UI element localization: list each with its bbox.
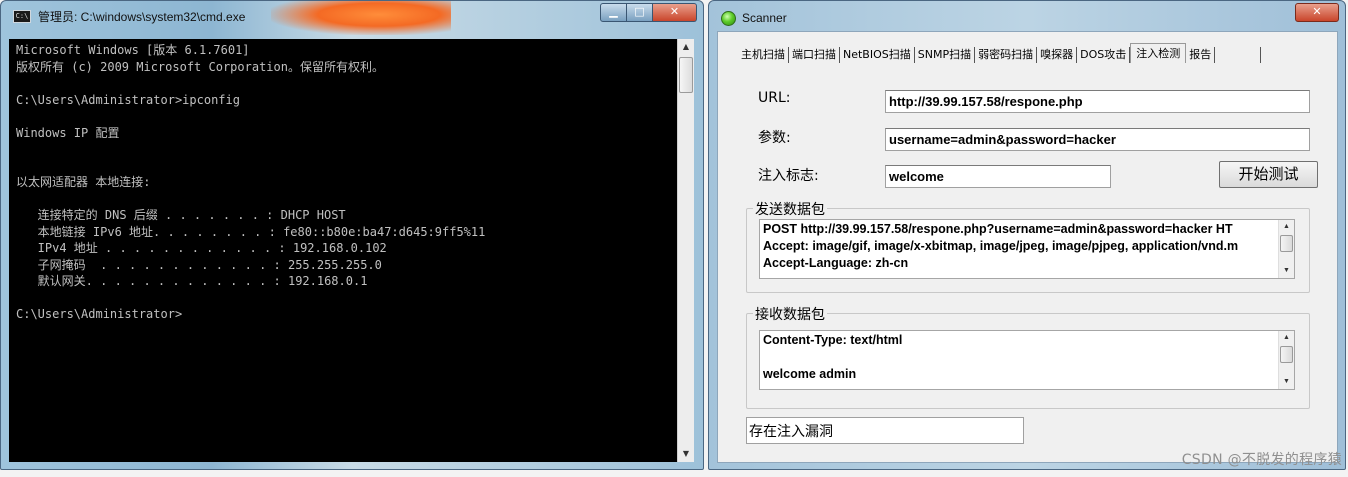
scanner-window: Scanner ✕ 主机扫描 端口扫描 NetBIOS扫描 SNMP扫描 弱密码扫描 嗅探… [708,0,1346,470]
flag-label: 注入标志: [758,168,819,184]
console-line: Windows IP 配置 [16,125,120,140]
tab-7[interactable]: 注入检测 [1130,43,1187,63]
url-field[interactable]: http://39.99.157.58/respone.php [885,90,1310,113]
recv-scrollbar[interactable]: ▲ ▼ [1278,331,1294,389]
console-line: 本地链接 IPv6 地址. . . . . . . . : fe80::b80e… [16,224,486,239]
send-lines: POST http://39.99.157.58/respone.php?use… [763,221,1291,272]
close-button[interactable]: ✕ [653,3,697,22]
flag-field[interactable]: welcome [885,165,1111,188]
packet-line: Accept-Language: zh-cn [763,256,909,270]
send-group-title: 发送数据包 [753,199,827,219]
tab-4[interactable]: 弱密码扫描 [975,47,1038,63]
send-group: 发送数据包 POST http://39.99.157.58/respone.p… [746,199,1310,293]
cmd-window: C:\ 管理员: C:\windows\system32\cmd.exe ▁ □… [0,0,704,470]
scroll-up-icon[interactable]: ▲ [1279,331,1294,345]
cmd-icon: C:\ [13,10,31,23]
tab-1[interactable]: 端口扫描 [789,47,840,63]
packet-line: Content-Type: text/html [763,333,903,347]
console-output[interactable]: Microsoft Windows [版本 6.1.7601] 版权所有 (c) … [9,39,677,462]
console-scrollbar[interactable]: ▲ ▼ [677,39,694,462]
minimize-button[interactable]: ▁ [600,3,627,22]
scanner-body: 主机扫描 端口扫描 NetBIOS扫描 SNMP扫描 弱密码扫描 嗅探器 DOS攻击 注入检测… [717,31,1338,463]
scroll-up-icon[interactable]: ▲ [678,39,694,55]
tab-6[interactable]: DOS攻击 [1077,47,1131,63]
tab-bar-spacer [1215,47,1262,63]
scroll-thumb[interactable] [679,57,693,93]
scroll-down-icon[interactable]: ▼ [1279,264,1294,278]
console-line: IPv4 地址 . . . . . . . . . . . . : 192.16… [16,241,387,255]
status-result: 存在注入漏洞 [746,417,1024,444]
recv-group-title: 接收数据包 [753,304,827,324]
packet-line: welcome admin [763,367,857,381]
cmd-titlebar[interactable]: C:\ 管理员: C:\windows\system32\cmd.exe ▁ □… [1,1,703,37]
app-logo-icon [721,11,736,26]
recv-lines: Content-Type: text/html welcome admin [763,332,1291,383]
tab-2[interactable]: NetBIOS扫描 [840,47,915,63]
url-label: URL: [758,90,791,106]
send-scrollbar[interactable]: ▲ ▼ [1278,220,1294,278]
recv-textbox[interactable]: Content-Type: text/html welcome admin ▲ ▼ [759,330,1295,390]
tab-3[interactable]: SNMP扫描 [915,47,976,63]
packet-line: Accept: image/gif, image/x-xbitmap, imag… [763,239,1239,253]
console-line: 默认网关. . . . . . . . . . . . . : 192.168.… [16,274,368,288]
send-textbox[interactable]: POST http://39.99.157.58/respone.php?use… [759,219,1295,279]
maximize-button[interactable]: □ [627,3,653,22]
packet-line: POST http://39.99.157.58/respone.php?use… [763,222,1233,236]
tab-0[interactable]: 主机扫描 [738,47,789,63]
scroll-down-icon[interactable]: ▼ [1279,375,1294,389]
console-line: Microsoft Windows [版本 6.1.7601] [16,43,250,57]
scroll-down-icon[interactable]: ▼ [678,446,694,462]
scanner-window-title: Scanner [742,11,787,25]
console-line: 以太网适配器 本地连接: [16,175,151,189]
packet-line [763,349,1291,366]
start-test-button[interactable]: 开始测试 [1219,161,1318,188]
console-line: 子网掩码 . . . . . . . . . . . . : 255.255.2… [16,257,382,272]
cmd-window-title: 管理员: C:\windows\system32\cmd.exe [38,10,246,24]
watermark: CSDN @不脱发的程序猿 [1181,452,1342,468]
console-line: 版权所有 (c) 2009 Microsoft Corporation。保留所有… [16,59,384,74]
param-label: 参数: [758,130,791,146]
close-button[interactable]: ✕ [1295,3,1339,22]
scroll-thumb[interactable] [1280,235,1293,252]
tab-5[interactable]: 嗅探器 [1037,47,1078,63]
cmd-caption-buttons: ▁ □ ✕ [600,3,697,22]
console-line: 连接特定的 DNS 后缀 . . . . . . . : DHCP HOST [16,208,346,222]
console-line: C:\Users\Administrator>ipconfig [16,92,240,107]
recv-group: 接收数据包 Content-Type: text/html welcome adm… [746,304,1310,409]
scroll-thumb[interactable] [1280,346,1293,363]
tab-8[interactable]: 报告 [1186,47,1216,63]
tab-bar: 主机扫描 端口扫描 NetBIOS扫描 SNMP扫描 弱密码扫描 嗅探器 DOS攻击 注入检测… [738,43,1262,63]
param-field[interactable]: username=admin&password=hacker [885,128,1310,151]
console-line: C:\Users\Administrator> [16,307,183,321]
scroll-up-icon[interactable]: ▲ [1279,220,1294,234]
